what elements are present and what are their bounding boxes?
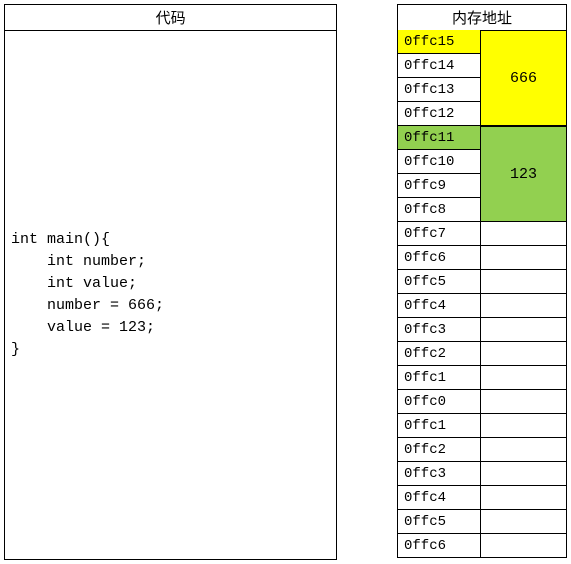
memory-address-cell: 0ffc7	[397, 222, 481, 246]
memory-address-cell: 0ffc10	[397, 150, 481, 174]
memory-empty-cell	[481, 342, 567, 366]
memory-empty-cell	[481, 246, 567, 270]
memory-panel: 内存地址 0ffc150ffc140ffc130ffc126660ffc110f…	[397, 4, 567, 558]
memory-empty-cell	[481, 462, 567, 486]
memory-address-cell: 0ffc3	[397, 318, 481, 342]
memory-empty-cell	[481, 318, 567, 342]
memory-empty-cell	[481, 534, 567, 558]
memory-address-cell: 0ffc11	[397, 126, 481, 150]
memory-address-cell: 0ffc5	[397, 510, 481, 534]
memory-address-cell: 0ffc0	[397, 390, 481, 414]
memory-empty-cell	[481, 510, 567, 534]
memory-empty-cell	[481, 486, 567, 510]
memory-header: 内存地址	[397, 4, 567, 30]
memory-empty-cell	[481, 438, 567, 462]
memory-address-cell: 0ffc2	[397, 342, 481, 366]
memory-address-cell: 0ffc8	[397, 198, 481, 222]
memory-address-cell: 0ffc14	[397, 54, 481, 78]
code-header: 代码	[5, 5, 336, 31]
memory-address-cell: 0ffc4	[397, 486, 481, 510]
memory-empty-cell	[481, 222, 567, 246]
memory-empty-cell	[481, 390, 567, 414]
memory-address-cell: 0ffc13	[397, 78, 481, 102]
memory-grid: 0ffc150ffc140ffc130ffc126660ffc110ffc100…	[397, 30, 567, 558]
memory-address-cell: 0ffc12	[397, 102, 481, 126]
code-body: int main(){ int number; int value; numbe…	[5, 31, 336, 559]
code-panel: 代码 int main(){ int number; int value; nu…	[4, 4, 337, 560]
memory-address-cell: 0ffc5	[397, 270, 481, 294]
memory-address-cell: 0ffc15	[397, 30, 481, 54]
memory-address-cell: 0ffc3	[397, 462, 481, 486]
memory-value-cell: 666	[481, 30, 567, 126]
memory-address-cell: 0ffc1	[397, 414, 481, 438]
memory-empty-cell	[481, 270, 567, 294]
memory-address-cell: 0ffc1	[397, 366, 481, 390]
memory-empty-cell	[481, 414, 567, 438]
memory-value-cell: 123	[481, 126, 567, 222]
memory-address-cell: 0ffc2	[397, 438, 481, 462]
memory-address-cell: 0ffc4	[397, 294, 481, 318]
memory-address-cell: 0ffc9	[397, 174, 481, 198]
memory-address-cell: 0ffc6	[397, 534, 481, 558]
diagram-root: 代码 int main(){ int number; int value; nu…	[4, 4, 567, 560]
memory-empty-cell	[481, 294, 567, 318]
memory-empty-cell	[481, 366, 567, 390]
memory-address-cell: 0ffc6	[397, 246, 481, 270]
